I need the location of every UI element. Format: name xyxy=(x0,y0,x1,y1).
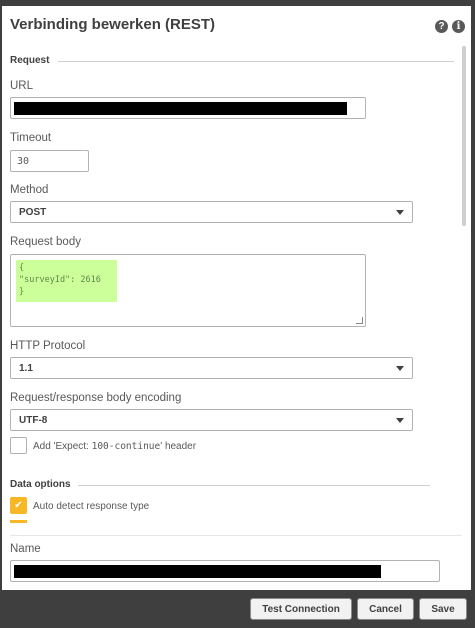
dialog-title: Verbinding bewerken (REST) xyxy=(10,16,216,33)
request-section-header: Request xyxy=(10,55,50,66)
focus-indicator xyxy=(10,520,27,523)
redacted-url xyxy=(14,102,347,115)
http-protocol-select[interactable]: 1.1 xyxy=(10,357,413,379)
method-select[interactable]: POST xyxy=(10,201,413,223)
chevron-down-icon xyxy=(396,366,404,371)
method-value: POST xyxy=(19,207,47,218)
expect-header-label: Add 'Expect: 100-continue' header xyxy=(33,441,196,452)
data-options-section-header: Data options xyxy=(10,479,71,490)
request-body-content: { "surveyId": 2616} xyxy=(16,260,117,302)
chevron-down-icon xyxy=(396,418,404,423)
test-connection-button[interactable]: Test Connection xyxy=(250,598,352,620)
request-body-textarea[interactable]: { "surveyId": 2616} xyxy=(10,254,366,327)
check-icon: ✔ xyxy=(14,500,23,511)
name-input[interactable] xyxy=(10,560,440,582)
expect-label-suffix: ' header xyxy=(160,441,197,452)
divider xyxy=(10,535,462,536)
expect-header-checkbox[interactable] xyxy=(10,437,27,454)
help-icon[interactable]: ? xyxy=(435,20,448,33)
auto-detect-label: Auto detect response type xyxy=(33,501,150,512)
cancel-button[interactable]: Cancel xyxy=(357,598,414,620)
body-line: } xyxy=(19,287,25,297)
body-line: { xyxy=(19,263,25,273)
http-protocol-label: HTTP Protocol xyxy=(10,340,86,352)
save-button[interactable]: Save xyxy=(419,598,467,620)
request-body-label: Request body xyxy=(10,236,81,248)
timeout-label: Timeout xyxy=(10,132,52,144)
scrollbar[interactable] xyxy=(462,46,466,226)
info-icon[interactable]: i xyxy=(452,20,465,33)
encoding-select[interactable]: UTF-8 xyxy=(10,409,413,431)
http-protocol-value: 1.1 xyxy=(19,363,33,374)
encoding-value: UTF-8 xyxy=(19,415,48,426)
edit-connection-dialog: Verbinding bewerken (REST) ? i Request U… xyxy=(2,6,471,590)
url-label: URL xyxy=(10,80,34,92)
expect-label-prefix: Add 'Expect: xyxy=(33,441,92,452)
section-divider xyxy=(58,61,454,62)
method-label: Method xyxy=(10,184,49,196)
name-label: Name xyxy=(10,543,41,555)
section-divider xyxy=(78,485,430,486)
redacted-name xyxy=(14,565,381,578)
expect-label-code: 100-continue xyxy=(91,441,161,452)
url-input[interactable] xyxy=(10,97,366,119)
chevron-down-icon xyxy=(396,210,404,215)
body-line: "surveyId": 2616 xyxy=(19,275,101,285)
auto-detect-checkbox[interactable]: ✔ xyxy=(10,497,27,514)
encoding-label: Request/response body encoding xyxy=(10,392,182,404)
timeout-input[interactable]: 30 xyxy=(10,150,89,172)
resize-grip-icon[interactable] xyxy=(356,317,363,324)
